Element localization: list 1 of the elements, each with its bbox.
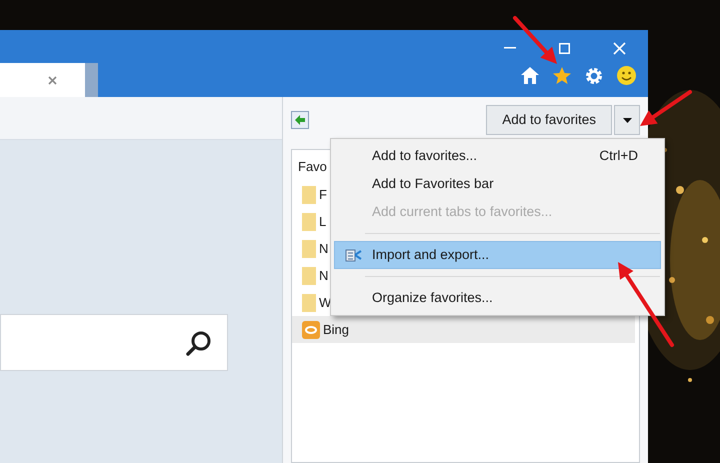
favorites-header: Favo bbox=[298, 159, 327, 174]
